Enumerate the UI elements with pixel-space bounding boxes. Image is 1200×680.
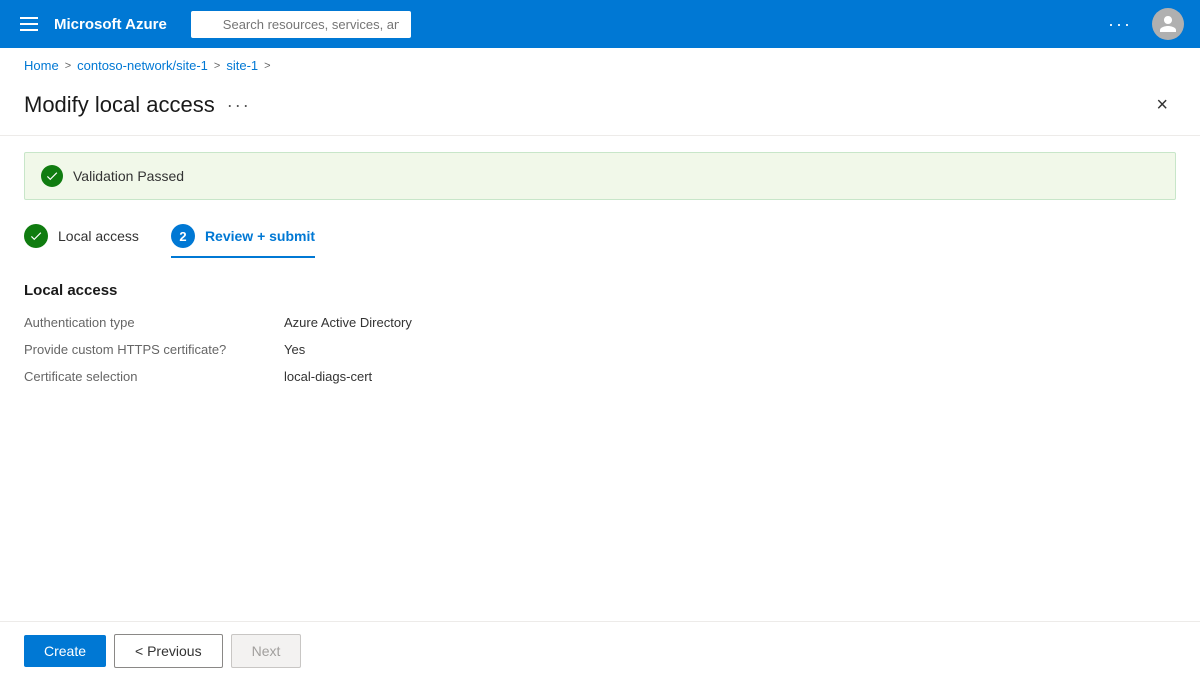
field-value-2: local-diags-cert (284, 369, 1176, 384)
step-local-access[interactable]: Local access (24, 224, 139, 258)
topbar-more-button[interactable]: ··· (1100, 10, 1140, 39)
breadcrumb-sep-3: > (264, 60, 270, 72)
main-content: Validation Passed Local access 2 Review … (0, 136, 1200, 400)
step2-label: Review + submit (205, 228, 315, 244)
details-table: Authentication type Azure Active Directo… (24, 315, 1176, 384)
field-value-1: Yes (284, 342, 1176, 357)
breadcrumb-contoso[interactable]: contoso-network/site-1 (77, 58, 208, 73)
breadcrumb-home[interactable]: Home (24, 58, 59, 73)
validation-text: Validation Passed (73, 168, 184, 184)
previous-button[interactable]: < Previous (114, 634, 223, 668)
breadcrumb-sep-1: > (65, 60, 71, 72)
validation-check-icon (41, 165, 63, 187)
field-value-0: Azure Active Directory (284, 315, 1176, 330)
step1-badge (24, 224, 48, 248)
field-label-1: Provide custom HTTPS certificate? (24, 342, 284, 357)
steps-row: Local access 2 Review + submit (24, 224, 1176, 258)
step2-badge: 2 (171, 224, 195, 248)
search-wrap: 🔍 (191, 11, 634, 38)
field-label-2: Certificate selection (24, 369, 284, 384)
page-title: Modify local access (24, 92, 215, 118)
app-title: Microsoft Azure (54, 16, 167, 33)
step1-label: Local access (58, 228, 139, 244)
page-header: Modify local access ··· × (0, 83, 1200, 136)
footer: Create < Previous Next (0, 621, 1200, 680)
page-more-button[interactable]: ··· (227, 95, 251, 116)
breadcrumb: Home > contoso-network/site-1 > site-1 > (0, 48, 1200, 83)
next-button: Next (231, 634, 302, 668)
search-input[interactable] (191, 11, 411, 38)
create-button[interactable]: Create (24, 635, 106, 667)
section-title: Local access (24, 282, 1176, 299)
field-label-0: Authentication type (24, 315, 284, 330)
page-header-left: Modify local access ··· (24, 92, 251, 118)
step-review-submit[interactable]: 2 Review + submit (171, 224, 315, 258)
hamburger-menu[interactable] (16, 13, 42, 35)
breadcrumb-sep-2: > (214, 60, 220, 72)
breadcrumb-site[interactable]: site-1 (226, 58, 258, 73)
avatar[interactable] (1152, 8, 1184, 40)
validation-banner: Validation Passed (24, 152, 1176, 200)
close-button[interactable]: × (1148, 91, 1176, 119)
topbar: Microsoft Azure 🔍 ··· (0, 0, 1200, 48)
